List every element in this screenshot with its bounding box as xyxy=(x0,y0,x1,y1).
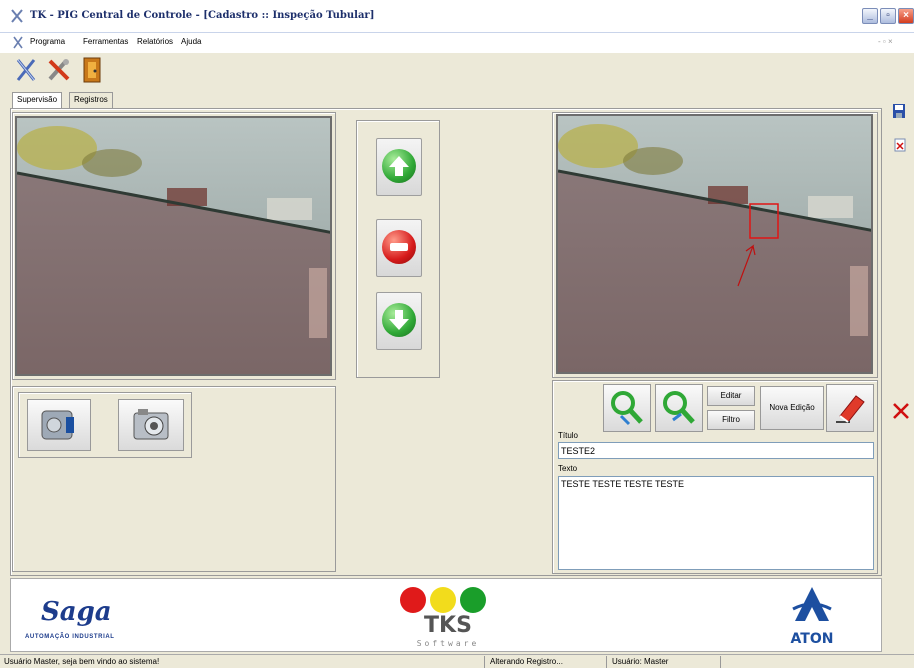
menu-ajuda[interactable]: Ajuda xyxy=(181,37,201,46)
arrow-down-icon xyxy=(382,303,416,337)
arrow-up-icon xyxy=(382,149,416,183)
captured-image-content xyxy=(558,116,871,372)
texto-label: Texto xyxy=(558,464,578,473)
aton-logo-text: ATON xyxy=(790,631,834,647)
window-title: TK - PIG Central de Controle - [Cadastro… xyxy=(30,10,375,21)
tab-supervisao[interactable]: Supervisão xyxy=(12,92,63,108)
saga-logo: Saga xyxy=(41,597,112,627)
document-icon xyxy=(13,36,23,49)
stop-icon xyxy=(382,230,416,264)
aton-logo-icon xyxy=(792,587,832,621)
app-icon xyxy=(11,9,23,23)
mdi-window-controls[interactable]: - ▫ × xyxy=(878,37,893,46)
tks-logo-subtext: Software xyxy=(416,639,480,648)
status-action: Alterando Registro... xyxy=(490,657,563,666)
maximize-button[interactable]: ▫ xyxy=(880,8,896,24)
editar-button[interactable]: Editar xyxy=(707,386,755,406)
photo-camera-icon xyxy=(133,409,169,440)
captured-image xyxy=(556,114,873,374)
tab-registros[interactable]: Registros xyxy=(69,92,113,108)
menu-relatorios[interactable]: Relatórios xyxy=(137,37,173,46)
filtro-button[interactable]: Filtro xyxy=(707,410,755,430)
delete-document-icon[interactable] xyxy=(894,138,906,152)
eraser-button[interactable] xyxy=(826,384,874,432)
zoom-in-button[interactable] xyxy=(603,384,651,432)
exit-door-icon[interactable] xyxy=(80,56,106,84)
tks-traffic-light-logo xyxy=(400,587,486,613)
nova-edicao-button[interactable]: Nova Edição xyxy=(760,386,824,430)
zoom-out-icon xyxy=(663,391,695,424)
tools-icon[interactable] xyxy=(46,57,72,83)
toolbar xyxy=(0,53,914,89)
zoom-in-icon xyxy=(611,391,643,426)
titulo-label: Título xyxy=(558,431,579,440)
status-bar: Usuário Master, seja bem vindo ao sistem… xyxy=(0,654,914,668)
live-camera-image xyxy=(17,118,330,374)
titulo-input[interactable] xyxy=(558,442,874,459)
zoom-out-button[interactable] xyxy=(655,384,703,432)
pig-icon[interactable] xyxy=(14,57,38,83)
down-button[interactable] xyxy=(376,292,422,350)
stop-button[interactable] xyxy=(376,219,422,277)
up-button[interactable] xyxy=(376,138,422,196)
status-welcome: Usuário Master, seja bem vindo ao sistem… xyxy=(4,657,160,666)
minimize-button[interactable]: _ xyxy=(862,8,878,24)
menu-programa[interactable]: Programa xyxy=(30,37,65,46)
live-camera-feed xyxy=(15,116,332,376)
menu-bar: Programa Ferramentas Relatórios Ajuda - … xyxy=(0,33,914,53)
saga-tagline: AUTOMAÇÃO INDUSTRIAL xyxy=(25,634,115,640)
close-x-icon[interactable] xyxy=(892,402,910,420)
photo-camera-button[interactable] xyxy=(118,399,184,451)
tks-logo-text: TKS xyxy=(424,613,472,638)
video-camera-icon xyxy=(41,410,74,440)
video-camera-button[interactable] xyxy=(27,399,91,451)
title-bar: TK - PIG Central de Controle - [Cadastro… xyxy=(0,0,914,33)
status-user: Usuário: Master xyxy=(612,657,669,666)
eraser-icon xyxy=(836,395,865,423)
texto-textarea[interactable] xyxy=(558,476,874,570)
save-icon[interactable] xyxy=(892,103,906,119)
logo-footer: Saga AUTOMAÇÃO INDUSTRIAL TKS Software A… xyxy=(10,578,882,652)
close-window-button[interactable]: × xyxy=(898,8,914,24)
menu-ferramentas[interactable]: Ferramentas xyxy=(83,37,128,46)
